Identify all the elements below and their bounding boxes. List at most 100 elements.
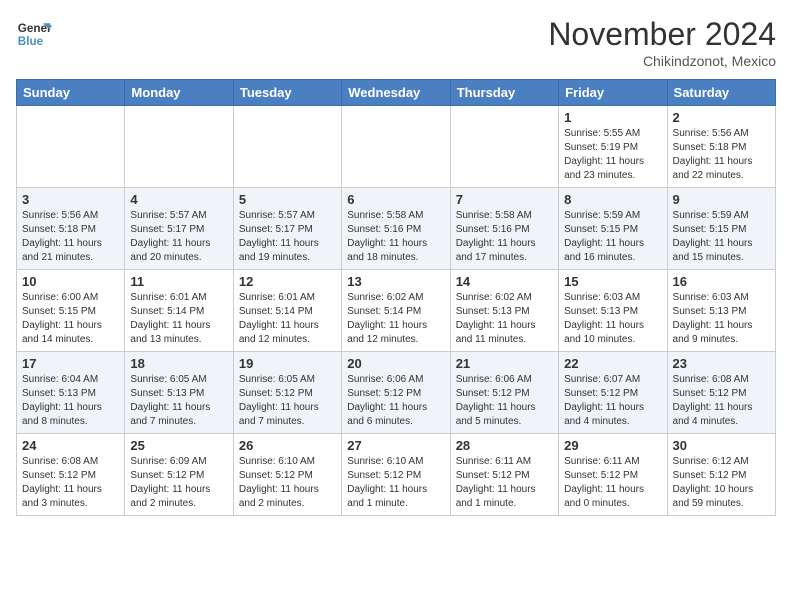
day-info: Sunrise: 6:06 AM Sunset: 5:12 PM Dayligh… [347,373,444,429]
day-number: 3 [22,192,119,207]
week-row-1: 1Sunrise: 5:55 AM Sunset: 5:19 PM Daylig… [17,106,776,188]
day-cell: 10 Sunrise: 6:00 AM Sunset: 5:15 PM Dayli… [17,270,125,352]
day-number: 12 [239,274,336,289]
day-number: 30 [673,438,770,453]
week-row-5: 24 Sunrise: 6:08 AM Sunset: 5:12 PM Dayli… [17,434,776,516]
day-cell: 14 Sunrise: 6:02 AM Sunset: 5:13 PM Dayli… [450,270,558,352]
weekday-header-sunday: Sunday [17,80,125,106]
day-info: Sunrise: 6:02 AM Sunset: 5:14 PM Dayligh… [347,291,444,347]
day-info: Sunrise: 5:55 AM Sunset: 5:19 PM Dayligh… [564,127,661,183]
day-info: Sunrise: 5:56 AM Sunset: 5:18 PM Dayligh… [673,127,770,183]
day-info: Sunrise: 6:02 AM Sunset: 5:13 PM Dayligh… [456,291,553,347]
day-cell: 13Sunrise: 6:02 AM Sunset: 5:14 PM Dayli… [342,270,450,352]
weekday-header-monday: Monday [125,80,233,106]
day-number: 29 [564,438,661,453]
day-number: 25 [130,438,227,453]
day-cell: 12 Sunrise: 6:01 AM Sunset: 5:14 PM Dayli… [233,270,341,352]
weekday-header-thursday: Thursday [450,80,558,106]
day-cell: 15 Sunrise: 6:03 AM Sunset: 5:13 PM Dayli… [559,270,667,352]
day-info: Sunrise: 6:11 AM Sunset: 5:12 PM Dayligh… [456,455,553,511]
weekday-header-row: SundayMondayTuesdayWednesdayThursdayFrid… [17,80,776,106]
day-info: Sunrise: 5:56 AM Sunset: 5:18 PM Dayligh… [22,209,119,265]
day-number: 28 [456,438,553,453]
day-number: 27 [347,438,444,453]
day-cell: 27 Sunrise: 6:10 AM Sunset: 5:12 PM Dayli… [342,434,450,516]
day-cell: 21Sunrise: 6:06 AM Sunset: 5:12 PM Dayli… [450,352,558,434]
day-info: Sunrise: 5:59 AM Sunset: 5:15 PM Dayligh… [673,209,770,265]
day-info: Sunrise: 6:11 AM Sunset: 5:12 PM Dayligh… [564,455,661,511]
day-number: 6 [347,192,444,207]
day-info: Sunrise: 6:01 AM Sunset: 5:14 PM Dayligh… [239,291,336,347]
day-cell: 3 Sunrise: 5:56 AM Sunset: 5:18 PM Daylig… [17,188,125,270]
day-info: Sunrise: 6:03 AM Sunset: 5:13 PM Dayligh… [673,291,770,347]
day-cell: 26Sunrise: 6:10 AM Sunset: 5:12 PM Dayli… [233,434,341,516]
day-number: 7 [456,192,553,207]
day-number: 2 [673,110,770,125]
day-cell: 4 Sunrise: 5:57 AM Sunset: 5:17 PM Daylig… [125,188,233,270]
day-info: Sunrise: 5:58 AM Sunset: 5:16 PM Dayligh… [347,209,444,265]
weekday-header-tuesday: Tuesday [233,80,341,106]
day-number: 4 [130,192,227,207]
day-number: 23 [673,356,770,371]
day-info: Sunrise: 5:58 AM Sunset: 5:16 PM Dayligh… [456,209,553,265]
day-cell: 18 Sunrise: 6:05 AM Sunset: 5:13 PM Dayli… [125,352,233,434]
day-info: Sunrise: 5:57 AM Sunset: 5:17 PM Dayligh… [239,209,336,265]
day-number: 11 [130,274,227,289]
day-cell [17,106,125,188]
week-row-4: 17 Sunrise: 6:04 AM Sunset: 5:13 PM Dayli… [17,352,776,434]
day-cell: 17 Sunrise: 6:04 AM Sunset: 5:13 PM Dayli… [17,352,125,434]
day-info: Sunrise: 6:09 AM Sunset: 5:12 PM Dayligh… [130,455,227,511]
weekday-header-saturday: Saturday [667,80,775,106]
logo-icon: General Blue [16,16,52,52]
day-info: Sunrise: 5:59 AM Sunset: 5:15 PM Dayligh… [564,209,661,265]
day-number: 10 [22,274,119,289]
week-row-2: 3 Sunrise: 5:56 AM Sunset: 5:18 PM Daylig… [17,188,776,270]
day-number: 19 [239,356,336,371]
month-title: November 2024 [548,16,776,53]
logo: General Blue [16,16,52,52]
day-cell: 29 Sunrise: 6:11 AM Sunset: 5:12 PM Dayli… [559,434,667,516]
svg-text:Blue: Blue [18,35,44,48]
day-number: 8 [564,192,661,207]
day-number: 14 [456,274,553,289]
day-cell: 6 Sunrise: 5:58 AM Sunset: 5:16 PM Daylig… [342,188,450,270]
day-info: Sunrise: 6:12 AM Sunset: 5:12 PM Dayligh… [673,455,770,511]
day-info: Sunrise: 6:00 AM Sunset: 5:15 PM Dayligh… [22,291,119,347]
day-number: 9 [673,192,770,207]
day-cell: 16 Sunrise: 6:03 AM Sunset: 5:13 PM Dayli… [667,270,775,352]
day-info: Sunrise: 6:03 AM Sunset: 5:13 PM Dayligh… [564,291,661,347]
day-info: Sunrise: 6:05 AM Sunset: 5:13 PM Dayligh… [130,373,227,429]
day-cell: 1Sunrise: 5:55 AM Sunset: 5:19 PM Daylig… [559,106,667,188]
day-number: 15 [564,274,661,289]
day-cell: 22 Sunrise: 6:07 AM Sunset: 5:12 PM Dayli… [559,352,667,434]
day-info: Sunrise: 6:10 AM Sunset: 5:12 PM Dayligh… [347,455,444,511]
day-number: 22 [564,356,661,371]
day-cell [450,106,558,188]
day-cell [233,106,341,188]
day-number: 16 [673,274,770,289]
day-info: Sunrise: 5:57 AM Sunset: 5:17 PM Dayligh… [130,209,227,265]
day-cell [342,106,450,188]
day-cell: 5 Sunrise: 5:57 AM Sunset: 5:17 PM Daylig… [233,188,341,270]
day-info: Sunrise: 6:07 AM Sunset: 5:12 PM Dayligh… [564,373,661,429]
calendar: SundayMondayTuesdayWednesdayThursdayFrid… [16,79,776,516]
day-number: 24 [22,438,119,453]
day-number: 18 [130,356,227,371]
day-info: Sunrise: 6:01 AM Sunset: 5:14 PM Dayligh… [130,291,227,347]
day-cell: 19 Sunrise: 6:05 AM Sunset: 5:12 PM Dayli… [233,352,341,434]
day-cell: 7 Sunrise: 5:58 AM Sunset: 5:16 PM Daylig… [450,188,558,270]
day-cell: 23 Sunrise: 6:08 AM Sunset: 5:12 PM Dayli… [667,352,775,434]
day-cell: 9 Sunrise: 5:59 AM Sunset: 5:15 PM Daylig… [667,188,775,270]
day-info: Sunrise: 6:06 AM Sunset: 5:12 PM Dayligh… [456,373,553,429]
day-number: 17 [22,356,119,371]
weekday-header-wednesday: Wednesday [342,80,450,106]
day-info: Sunrise: 6:05 AM Sunset: 5:12 PM Dayligh… [239,373,336,429]
title-block: November 2024 Chikindzonot, Mexico [548,16,776,69]
day-info: Sunrise: 6:08 AM Sunset: 5:12 PM Dayligh… [22,455,119,511]
day-info: Sunrise: 6:08 AM Sunset: 5:12 PM Dayligh… [673,373,770,429]
weekday-header-friday: Friday [559,80,667,106]
day-cell: 28 Sunrise: 6:11 AM Sunset: 5:12 PM Dayli… [450,434,558,516]
week-row-3: 10 Sunrise: 6:00 AM Sunset: 5:15 PM Dayli… [17,270,776,352]
day-info: Sunrise: 6:04 AM Sunset: 5:13 PM Dayligh… [22,373,119,429]
day-number: 5 [239,192,336,207]
